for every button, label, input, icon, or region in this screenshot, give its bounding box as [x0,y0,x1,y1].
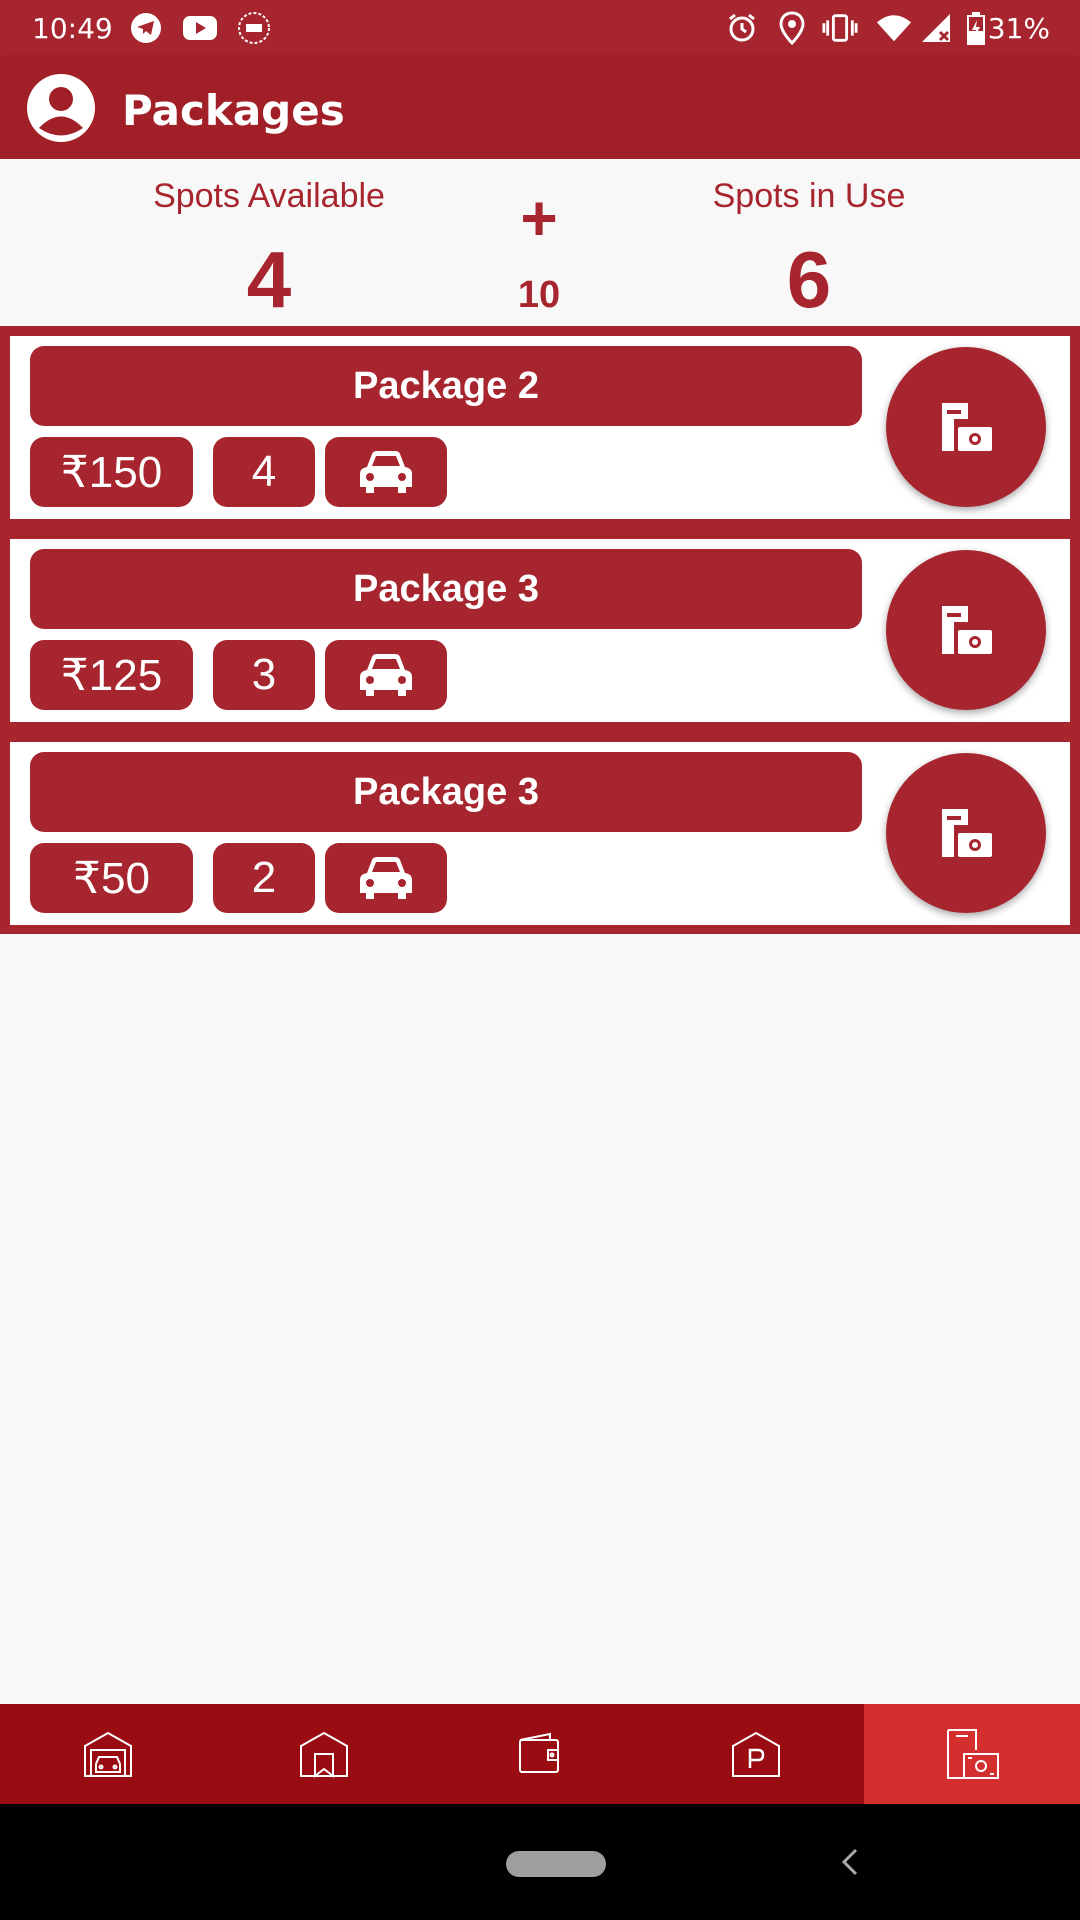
signal-icon [918,10,954,46]
battery-percent: 31% [987,12,1050,45]
package-card[interactable]: Package 2 ₹150 4 [10,336,1070,519]
nav-parking[interactable] [648,1704,864,1804]
status-bar: 10:49 31% [0,0,1080,56]
total-spots-value: 10 [517,274,561,316]
spots-summary: Spots Available 4 + 10 Spots in Use 6 [0,159,1080,326]
package-price: ₹150 [30,437,193,507]
alarm-icon [724,10,760,46]
home-button[interactable] [506,1851,606,1877]
package-spot-count: 4 [213,437,315,507]
telegram-icon [128,10,164,46]
back-icon [841,1848,858,1876]
spots-in-use-value: 6 [786,235,832,324]
garage-bookmark-icon [300,1731,348,1778]
system-navigation [0,1804,1080,1920]
spots-in-use-label: Spots in Use [712,177,906,215]
car-icon [325,640,447,710]
car-icon [325,437,447,507]
spots-available-label: Spots Available [153,177,385,215]
package-pay-icon [947,1729,999,1779]
package-card[interactable]: Package 3 ₹50 2 [10,742,1070,925]
package-name: Package 3 [30,752,862,832]
wallet-icon [519,1732,559,1773]
bottom-navigation [0,1704,1080,1804]
package-pay-button[interactable] [886,753,1046,913]
package-price: ₹50 [30,843,193,913]
status-time: 10:49 [32,12,113,45]
package-spot-count: 3 [213,640,315,710]
spots-available-value: 4 [246,235,292,324]
package-price: ₹125 [30,640,193,710]
nav-garage[interactable] [0,1704,216,1804]
app-bar: Packages [0,56,1080,159]
package-pay-icon [942,809,992,857]
garage-car-icon [84,1731,132,1777]
location-icon [774,10,810,46]
youtube-icon [182,10,218,46]
package-pay-icon [942,606,992,654]
package-pay-icon [942,403,992,451]
add-spots-button[interactable]: + [489,181,589,255]
wifi-icon [876,10,912,46]
package-name: Package 2 [30,346,862,426]
back-button[interactable] [830,1840,870,1884]
nav-garage-saved[interactable] [216,1704,432,1804]
vibrate-icon [822,10,858,46]
package-pay-button[interactable] [886,347,1046,507]
package-list: Package 2 ₹150 4 Package 3 ₹125 3 Packag… [0,326,1080,934]
nav-packages[interactable] [864,1704,1080,1804]
app-icon [236,10,272,46]
nav-wallet[interactable] [432,1704,648,1804]
page-title: Packages [122,86,345,135]
package-pay-button[interactable] [886,550,1046,710]
car-icon [325,843,447,913]
account-circle-icon[interactable] [26,73,96,143]
parking-icon [732,1731,780,1777]
package-spot-count: 2 [213,843,315,913]
package-card[interactable]: Package 3 ₹125 3 [10,539,1070,722]
package-name: Package 3 [30,549,862,629]
